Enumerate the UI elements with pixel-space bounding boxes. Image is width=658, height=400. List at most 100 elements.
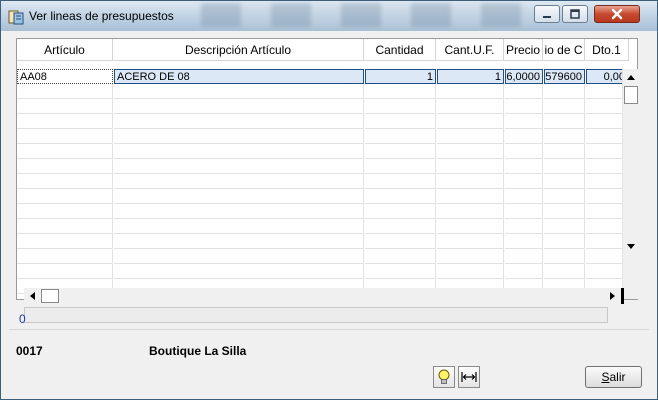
empty-cell [365, 234, 436, 249]
background-blur [201, 3, 531, 27]
company-name: Boutique La Silla [149, 344, 247, 358]
empty-cell [544, 219, 585, 234]
scroll-left-button[interactable] [24, 288, 40, 304]
scroll-down-button[interactable] [623, 239, 639, 255]
empty-cell [505, 114, 543, 129]
empty-cell [114, 84, 364, 99]
empty-cell [17, 84, 113, 99]
empty-cell [505, 219, 543, 234]
empty-cell [437, 174, 504, 189]
empty-cell [17, 219, 113, 234]
cell-cant-uf[interactable]: 1 [437, 69, 504, 84]
empty-cell [505, 159, 543, 174]
window-title: Ver lineas de presupuestos [29, 9, 174, 23]
empty-cell [17, 264, 113, 279]
empty-cell [17, 174, 113, 189]
cell-articulo[interactable]: AA08 [17, 69, 113, 84]
empty-cell [437, 249, 504, 264]
empty-cell [365, 189, 436, 204]
empty-cell [114, 249, 364, 264]
empty-cell [544, 129, 585, 144]
empty-cell [114, 204, 364, 219]
empty-cell [114, 114, 364, 129]
arrow-right-icon [610, 292, 615, 300]
empty-cell [437, 84, 504, 99]
cell-precio-coste[interactable]: 579600 [544, 69, 585, 84]
empty-cell [505, 129, 543, 144]
empty-cell [437, 159, 504, 174]
empty-cell [505, 204, 543, 219]
empty-cell [365, 114, 436, 129]
empty-cell [17, 189, 113, 204]
column-header-articulo[interactable]: Artículo [17, 39, 113, 61]
empty-cell [365, 174, 436, 189]
empty-cell [544, 189, 585, 204]
empty-cell [17, 99, 113, 114]
empty-cell [544, 99, 585, 114]
cell-cantidad[interactable]: 1 [365, 69, 436, 84]
company-code: 0017 [16, 344, 43, 358]
empty-cell [365, 249, 436, 264]
minimize-button[interactable] [534, 5, 560, 23]
empty-cell [544, 234, 585, 249]
empty-cell [505, 234, 543, 249]
vertical-scroll-thumb[interactable] [624, 86, 638, 104]
empty-cell [437, 189, 504, 204]
empty-cell [505, 84, 543, 99]
column-header-cantidad[interactable]: Cantidad [364, 39, 436, 61]
separator [9, 329, 649, 330]
column-header-precio-coste[interactable]: io de C [543, 39, 585, 61]
column-header-precio[interactable]: Precio [504, 39, 543, 61]
empty-cell [114, 99, 364, 114]
column-header-cant-uf[interactable]: Cant.U.F. [436, 39, 504, 61]
cell-precio[interactable]: 6,0000 [505, 69, 543, 84]
empty-cell [17, 114, 113, 129]
maximize-button[interactable] [562, 5, 588, 23]
scroll-right-button[interactable] [605, 288, 621, 304]
hint-button[interactable] [433, 366, 455, 388]
empty-cell [365, 159, 436, 174]
maximize-icon [570, 9, 580, 19]
empty-cell [114, 174, 364, 189]
title-bar[interactable]: Ver lineas de presupuestos [1, 1, 657, 31]
empty-cell [17, 144, 113, 159]
empty-cell [365, 219, 436, 234]
empty-cell [114, 129, 364, 144]
grid-body[interactable]: Artículo Descripción Artículo Cantidad C… [17, 39, 629, 299]
empty-cell [114, 234, 364, 249]
empty-cell [544, 84, 585, 99]
cell-descripcion[interactable]: ACERO DE 08 [114, 69, 364, 84]
empty-cell [544, 174, 585, 189]
empty-cell [437, 99, 504, 114]
app-icon [8, 10, 24, 25]
empty-cell [437, 144, 504, 159]
empty-cell [437, 114, 504, 129]
empty-cell [17, 204, 113, 219]
salir-button[interactable]: Salir [585, 366, 642, 388]
vertical-scrollbar[interactable] [622, 69, 639, 299]
empty-cell [365, 204, 436, 219]
arrow-left-icon [30, 292, 35, 300]
scroll-up-button[interactable] [623, 69, 639, 85]
arrow-up-icon [627, 75, 635, 80]
empty-cell [114, 264, 364, 279]
empty-cell [505, 99, 543, 114]
salir-label: Salir [601, 370, 626, 384]
lightbulb-icon [438, 369, 450, 384]
empty-cell [544, 264, 585, 279]
empty-cell [544, 249, 585, 264]
close-button[interactable] [594, 5, 640, 23]
horizontal-scrollbar[interactable] [24, 288, 621, 304]
empty-cell [544, 204, 585, 219]
window: Ver lineas de presupuestos Artículo Desc… [0, 0, 658, 400]
column-header-dto1[interactable]: Dto.1 [585, 39, 629, 61]
empty-cell [114, 189, 364, 204]
column-header-descripcion[interactable]: Descripción Artículo [113, 39, 364, 61]
empty-cell [437, 129, 504, 144]
horizontal-scroll-thumb[interactable] [41, 289, 59, 303]
empty-cell [505, 174, 543, 189]
close-icon [611, 8, 623, 20]
fit-columns-button[interactable] [458, 366, 480, 388]
empty-cell [17, 159, 113, 174]
empty-cell [365, 144, 436, 159]
